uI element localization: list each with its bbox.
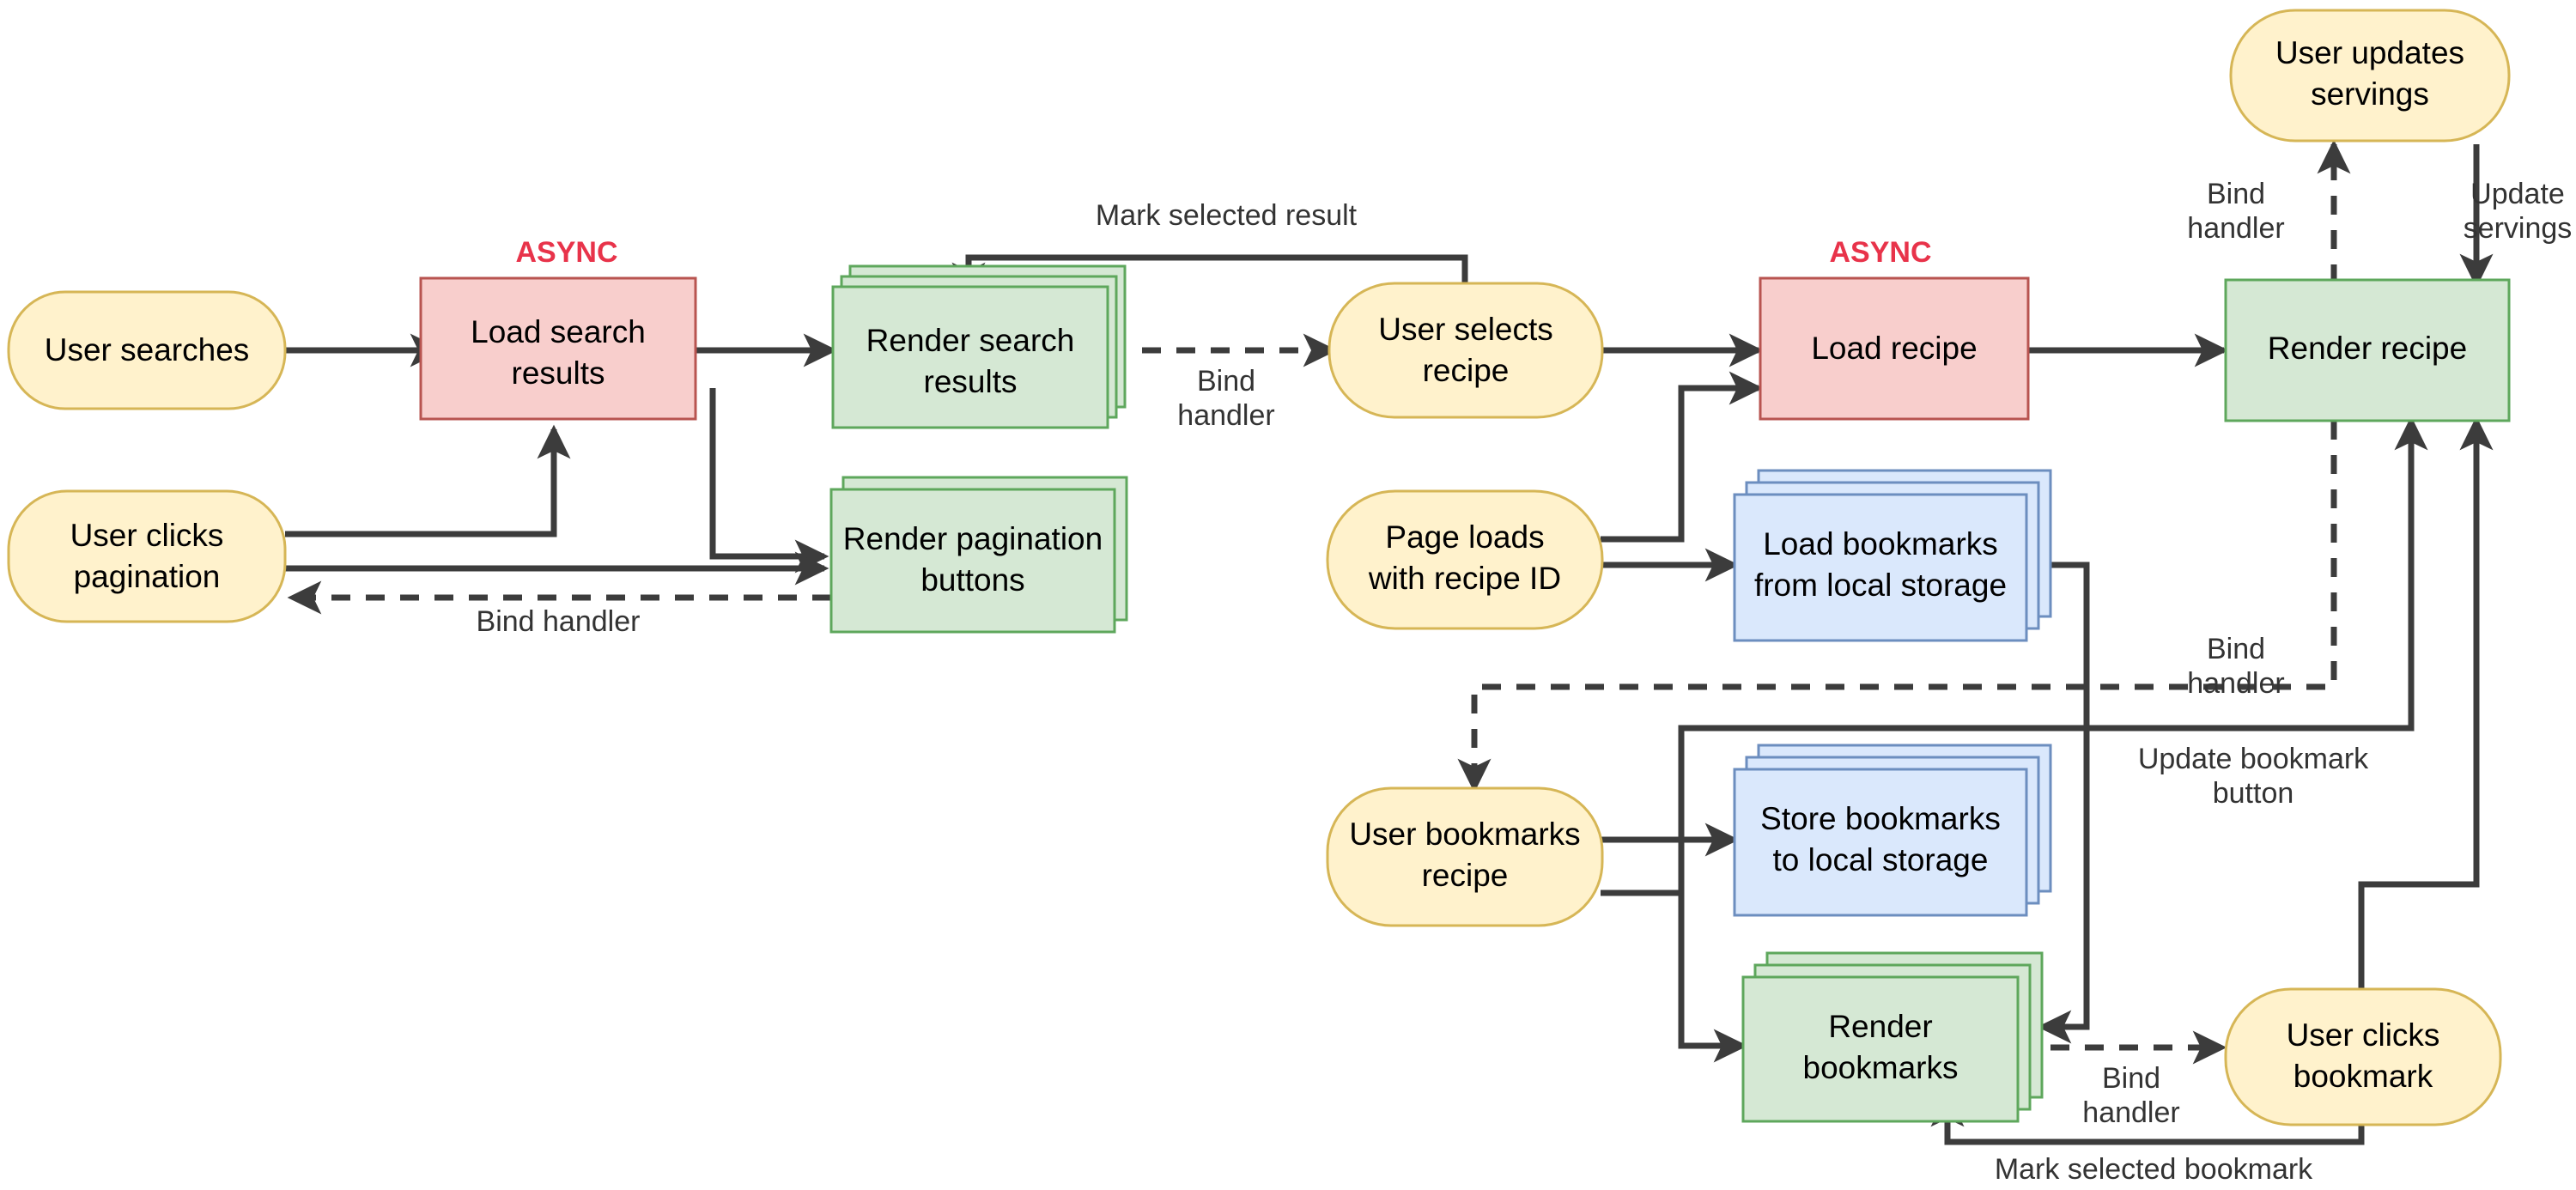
- node-user-selects-recipe-shape: [1327, 282, 1604, 419]
- flowchart-svg: User searches ASYNC Load search results …: [0, 0, 2576, 1190]
- edge-label-bind-handler-bookmarks-line2: handler: [2082, 1096, 2179, 1129]
- node-user-bookmarks-recipe-label-line2: recipe: [1422, 858, 1509, 893]
- node-render-pagination-buttons-label-line1: Render pagination: [843, 521, 1103, 556]
- node-load-search-results-label-line2: results: [512, 355, 605, 391]
- node-render-search-results-label-line1: Render search: [866, 323, 1075, 358]
- edge-label-mark-selected-bookmark: Mark selected bookmark: [1995, 1153, 2313, 1186]
- node-user-bookmarks-recipe-label-line1: User bookmarks: [1349, 817, 1580, 852]
- node-user-clicks-pagination-label-line2: pagination: [74, 559, 221, 594]
- node-page-loads-with-recipe-id-label-line1: Page loads: [1385, 519, 1544, 555]
- flowchart-canvas: User searches ASYNC Load search results …: [0, 0, 2576, 1190]
- node-render-bookmarks-label-line1: Render: [1828, 1009, 1932, 1044]
- node-load-search-results-label-line1: Load search: [471, 314, 646, 349]
- node-user-searches-label: User searches: [45, 332, 250, 367]
- edge-label-mark-selected-result: Mark selected result: [1096, 199, 1358, 232]
- async-badge-search: ASYNC: [515, 236, 617, 269]
- node-user-updates-servings-label-line1: User updates: [2275, 35, 2464, 70]
- node-user-updates-servings[interactable]: User updates servings: [2229, 9, 2511, 143]
- node-render-pagination-buttons[interactable]: Render pagination buttons: [829, 476, 1128, 634]
- node-store-bookmarks-label-line1: Store bookmarks: [1760, 801, 2001, 836]
- node-load-search-results[interactable]: Load search results: [419, 276, 697, 421]
- edge-label-bind-handler-servings-line1: Bind: [2207, 178, 2265, 210]
- node-user-clicks-pagination-label-line1: User clicks: [70, 518, 224, 553]
- node-user-clicks-bookmark-shape: [2224, 987, 2502, 1126]
- node-load-bookmarks-label-line2: from local storage: [1754, 568, 2007, 603]
- node-load-recipe-label: Load recipe: [1811, 331, 1977, 366]
- edge-label-update-bookmark-button-line1: Update bookmark: [2138, 743, 2369, 775]
- node-user-selects-recipe-label-line1: User selects: [1378, 312, 1553, 347]
- node-user-selects-recipe-label-line2: recipe: [1423, 353, 1510, 388]
- node-store-bookmarks-label-line2: to local storage: [1773, 842, 1989, 877]
- node-user-clicks-bookmark-label-line2: bookmark: [2293, 1059, 2433, 1094]
- async-badge-recipe: ASYNC: [1829, 236, 1931, 269]
- edge-label-bind-handler-bookmarkbtn-line2: handler: [2187, 667, 2284, 700]
- canvas-background: [0, 0, 2576, 1190]
- node-load-bookmarks[interactable]: Load bookmarks from local storage: [1733, 469, 2052, 642]
- node-user-clicks-bookmark-label-line1: User clicks: [2287, 1017, 2440, 1053]
- edge-label-update-servings-line2: servings: [2464, 212, 2573, 245]
- node-user-clicks-pagination-shape: [7, 489, 287, 623]
- node-store-bookmarks[interactable]: Store bookmarks to local storage: [1733, 744, 2052, 917]
- edge-label-bind-handler-pagination: Bind handler: [477, 605, 641, 638]
- node-render-recipe[interactable]: Render recipe: [2224, 278, 2511, 422]
- edge-label-bind-handler-servings-line2: handler: [2187, 212, 2284, 245]
- node-render-search-results-label-line2: results: [924, 364, 1018, 399]
- node-user-bookmarks-recipe[interactable]: User bookmarks recipe: [1326, 786, 1604, 927]
- node-user-selects-recipe[interactable]: User selects recipe: [1327, 282, 1604, 419]
- node-user-updates-servings-label-line2: servings: [2311, 76, 2429, 112]
- node-render-search-results[interactable]: Render search results: [831, 264, 1127, 429]
- edge-label-update-bookmark-button-line2: button: [2213, 777, 2294, 810]
- node-user-clicks-pagination[interactable]: User clicks pagination: [7, 489, 287, 623]
- node-render-bookmarks-label-line2: bookmarks: [1803, 1050, 1959, 1085]
- node-render-recipe-label: Render recipe: [2268, 331, 2467, 366]
- node-load-bookmarks-label-line1: Load bookmarks: [1763, 526, 1998, 562]
- node-load-recipe[interactable]: Load recipe: [1759, 276, 2030, 421]
- edge-label-bind-handler-bookmarkbtn-line1: Bind: [2207, 633, 2265, 665]
- node-page-loads-with-recipe-id-label-line2: with recipe ID: [1368, 561, 1561, 596]
- node-user-clicks-bookmark[interactable]: User clicks bookmark: [2224, 987, 2502, 1126]
- edge-label-bind-handler-bookmarks-line1: Bind: [2102, 1062, 2160, 1095]
- edge-label-bind-handler-search-line1: Bind: [1197, 365, 1255, 398]
- node-user-searches[interactable]: User searches: [7, 290, 287, 410]
- edge-label-bind-handler-search-line2: handler: [1177, 399, 1274, 432]
- node-render-bookmarks[interactable]: Render bookmarks: [1741, 951, 2044, 1123]
- node-render-pagination-buttons-label-line2: buttons: [920, 562, 1024, 598]
- node-page-loads-with-recipe-id[interactable]: Page loads with recipe ID: [1326, 489, 1604, 630]
- edge-label-update-servings-line1: Update: [2470, 178, 2565, 210]
- node-render-pagination-buttons-shape: [829, 488, 1116, 634]
